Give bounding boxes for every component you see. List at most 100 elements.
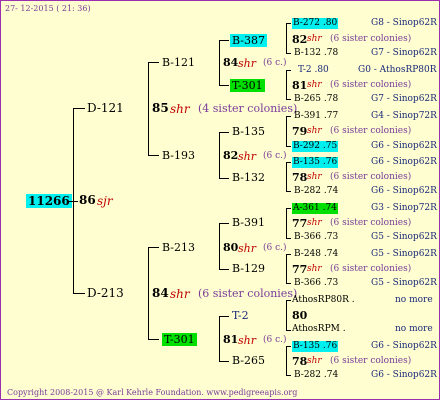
parent-breed: shr: [170, 102, 190, 116]
ancestor-breed: shr: [307, 172, 322, 182]
great-grandparent-id[interactable]: B-135: [232, 126, 265, 137]
connector: [286, 208, 291, 209]
connector: [286, 346, 291, 347]
ancestor-sister-note: (6 sister colonies): [330, 356, 412, 366]
ancestor-score: 77: [292, 217, 308, 230]
ancestor-id[interactable]: B-282 .74: [294, 371, 338, 380]
ancestor-score: 79: [292, 125, 308, 138]
connector: [286, 300, 291, 301]
ancestor-id[interactable]: AthosRPM .: [292, 325, 346, 334]
connector: [286, 146, 291, 147]
grandparent-colony-id[interactable]: B-213: [162, 242, 195, 253]
ancestor-location: G6 - Sinop62R: [371, 370, 437, 380]
grandparent-colony-id[interactable]: T-301: [162, 333, 197, 346]
grandparent-sister-note: (6 c.): [263, 243, 287, 253]
connector: [286, 70, 287, 100]
ancestor-breed: shr: [307, 218, 322, 228]
ancestor-id[interactable]: B-282 .74: [294, 187, 338, 196]
connector: [219, 132, 229, 133]
parent-breed: shr: [170, 287, 190, 301]
connector: [286, 300, 287, 331]
ancestor-id[interactable]: B-248 .74: [294, 250, 338, 259]
ancestor-id[interactable]: A-361 .74: [292, 203, 338, 214]
great-grandparent-id[interactable]: T-2: [232, 310, 249, 321]
ancestor-sister-note: (6 sister colonies): [330, 126, 412, 136]
ancestor-score: 82: [292, 33, 308, 46]
connector: [148, 339, 159, 340]
great-grandparent-id[interactable]: T-301: [230, 79, 265, 92]
connector: [219, 316, 229, 317]
ancestor-location: G6 - Sinop62R: [371, 341, 437, 351]
great-grandparent-id[interactable]: B-387: [230, 34, 267, 47]
ancestor-location: G0 - AthosRP80R: [358, 65, 437, 75]
great-grandparent-id[interactable]: B-132: [232, 172, 265, 183]
connector: [286, 254, 287, 284]
connector: [148, 247, 149, 340]
connector: [286, 23, 291, 24]
grandparent-score: 80: [223, 241, 239, 254]
ancestor-id[interactable]: B-366 .73: [294, 279, 338, 288]
great-grandparent-id[interactable]: B-391: [232, 217, 265, 228]
grandparent-colony-id[interactable]: B-121: [162, 57, 195, 68]
ancestor-sister-note: (6 sister colonies): [330, 172, 412, 182]
ancestor-id[interactable]: T-2 .80: [298, 66, 329, 75]
connector: [148, 155, 159, 156]
ancestor-location: G6 - Sinop62R: [371, 186, 437, 196]
connector: [219, 178, 229, 179]
ancestor-location: G7 - Sinop62R: [371, 94, 437, 104]
grandparent-colony-id[interactable]: B-193: [162, 150, 195, 161]
header-date: 27- 12-2015 ( 21: 36): [5, 4, 91, 13]
ancestor-id[interactable]: B-132 .78: [294, 49, 338, 58]
connector: [219, 269, 229, 270]
ancestor-location: no more: [395, 295, 433, 305]
ancestor-breed: shr: [307, 264, 322, 274]
ancestor-score: 77: [292, 263, 308, 276]
parent-colony-id[interactable]: D-213: [87, 287, 124, 299]
connector: [286, 238, 291, 239]
ancestor-sister-note: (6 sister colonies): [330, 218, 412, 228]
ancestor-score: 78: [292, 171, 308, 184]
ancestor-breed: shr: [307, 356, 322, 366]
connector: [286, 23, 287, 54]
parent-sister-note: (6 sister colonies): [198, 287, 298, 300]
grandparent-breed: shr: [238, 57, 256, 70]
ancestor-sister-note: (6 sister colonies): [330, 80, 412, 90]
grandparent-score: 81: [223, 333, 239, 346]
connector: [286, 191, 291, 192]
root-colony-id[interactable]: 11266: [26, 194, 72, 208]
parent-sister-note: (4 sister colonies): [198, 102, 298, 115]
connector: [286, 70, 291, 71]
ancestor-location: G5 - Sinop62R: [371, 249, 437, 259]
connector: [73, 108, 74, 294]
ancestor-id[interactable]: B-265 .78: [294, 95, 338, 104]
ancestor-location: G6 - Sinop62R: [371, 141, 437, 151]
connector: [286, 53, 291, 54]
connector: [219, 361, 229, 362]
grandparent-breed: shr: [238, 242, 256, 255]
ancestor-id[interactable]: B-135 .76: [292, 157, 339, 168]
ancestor-id[interactable]: B-272 .80: [292, 18, 339, 29]
connector: [219, 223, 220, 270]
connector: [219, 223, 229, 224]
connector: [286, 162, 287, 192]
connector: [73, 293, 85, 294]
connector: [286, 116, 291, 117]
connector: [219, 85, 229, 86]
grandparent-score: 84: [223, 56, 239, 69]
parent-colony-id[interactable]: D-121: [87, 102, 124, 114]
ancestor-id[interactable]: B-135 .76: [292, 341, 339, 352]
great-grandparent-id[interactable]: B-129: [232, 263, 265, 274]
ancestor-id[interactable]: B-366 .73: [294, 233, 338, 242]
great-grandparent-id[interactable]: B-265: [232, 355, 265, 366]
connector: [219, 40, 229, 41]
ancestor-id[interactable]: AthosRP80R .: [292, 296, 355, 305]
ancestor-location: G5 - Sinop62R: [371, 278, 437, 288]
ancestor-id[interactable]: B-391 .77: [294, 112, 338, 121]
connector: [286, 208, 287, 239]
parent-score: 85: [152, 101, 169, 115]
connector: [148, 62, 149, 156]
connector: [148, 247, 159, 248]
ancestor-breed: shr: [307, 34, 322, 44]
connector: [286, 346, 287, 376]
ancestor-id[interactable]: B-292 .75: [292, 141, 339, 152]
